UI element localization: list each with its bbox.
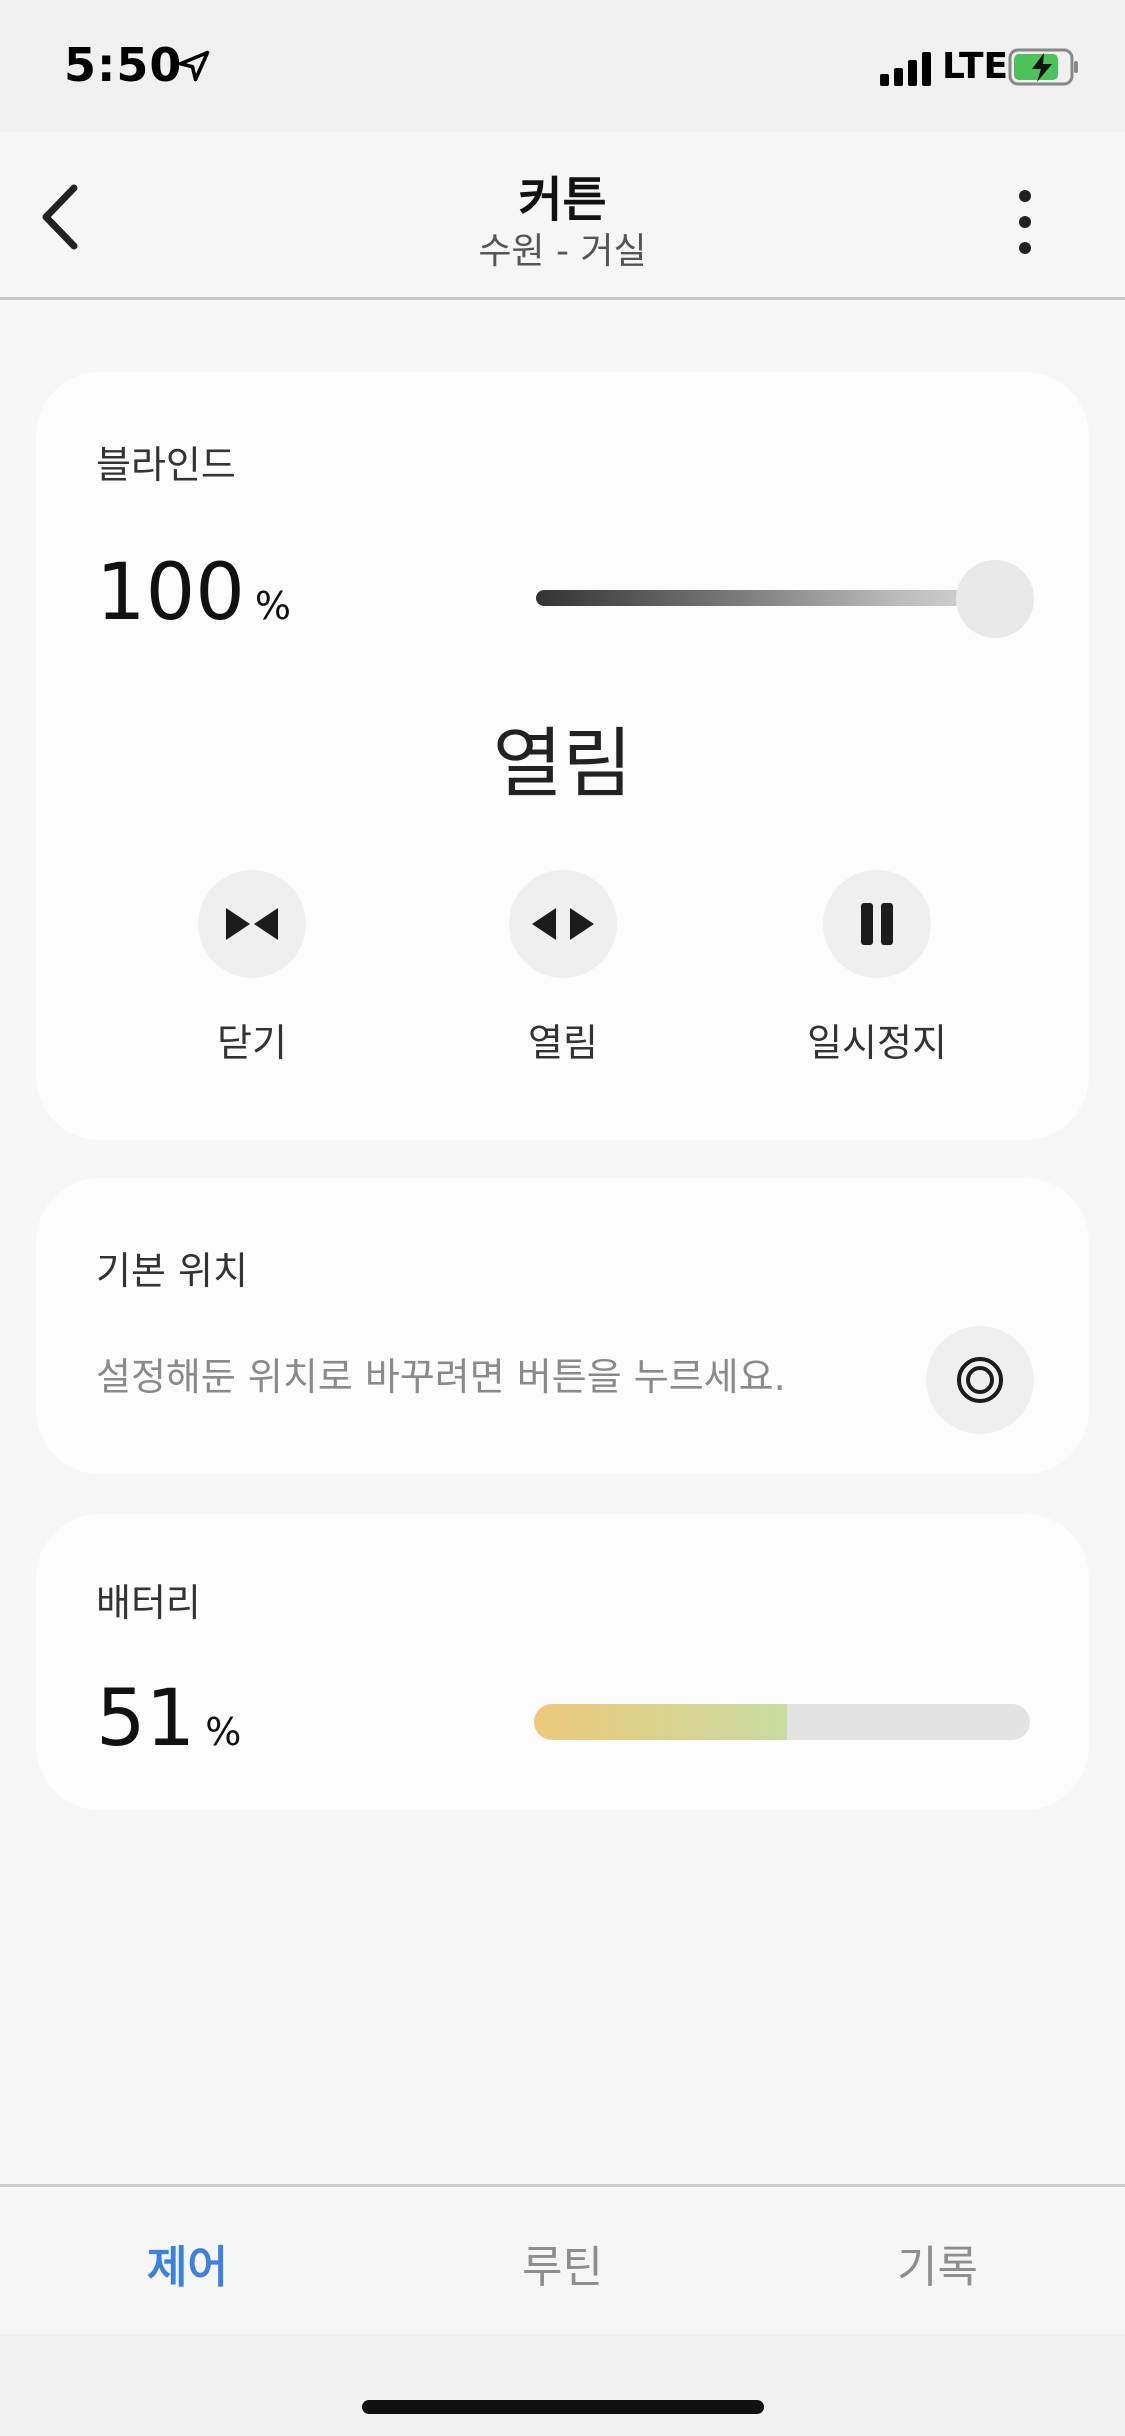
battery-level-fill xyxy=(534,1704,787,1740)
tab-history[interactable]: 기록 xyxy=(750,2231,1125,2295)
status-bar: 5:50 LTE xyxy=(0,0,1125,132)
blind-position-slider[interactable] xyxy=(536,590,1016,606)
cellular-signal-icon xyxy=(880,52,931,86)
network-type: LTE xyxy=(942,46,1009,87)
blind-label: 블라인드 xyxy=(96,443,236,487)
open-curtain-icon xyxy=(532,908,594,940)
close-button-label: 닫기 xyxy=(217,1021,287,1065)
app-header: 커튼 수원 - 거실 xyxy=(0,132,1125,300)
open-button-label: 열림 xyxy=(528,1021,598,1065)
blind-card: 블라인드 100% 열림 닫기 열림 일시정지 xyxy=(36,372,1089,1140)
home-indicator[interactable] xyxy=(362,2400,764,2414)
battery-charging-icon xyxy=(1008,48,1078,86)
close-curtain-icon xyxy=(226,908,278,940)
battery-card: 배터리 51% xyxy=(36,1514,1089,1810)
pause-button[interactable] xyxy=(823,870,931,978)
tab-routine[interactable]: 루틴 xyxy=(375,2231,750,2295)
page-subtitle: 수원 - 거실 xyxy=(478,231,647,272)
tab-control[interactable]: 제어 xyxy=(0,2231,375,2295)
target-icon xyxy=(957,1357,1003,1403)
blind-percent-value: 100 xyxy=(96,548,245,638)
open-button[interactable] xyxy=(509,870,617,978)
blind-state: 열림 xyxy=(492,719,633,808)
blind-percent-unit: % xyxy=(254,584,291,628)
battery-label: 배터리 xyxy=(96,1581,201,1625)
battery-percent: 51% xyxy=(96,1674,241,1764)
status-time: 5:50 xyxy=(64,38,183,92)
preset-label: 기본 위치 xyxy=(96,1249,248,1293)
bottom-tab-bar: 제어 루틴 기록 xyxy=(0,2184,1125,2337)
pause-icon xyxy=(861,903,893,945)
battery-percent-value: 51 xyxy=(96,1674,196,1764)
preset-description: 설정해둔 위치로 바꾸려면 버튼을 누르세요. xyxy=(96,1355,786,1399)
pause-button-label: 일시정지 xyxy=(807,1021,947,1065)
home-indicator-area xyxy=(0,2334,1125,2436)
page-title: 커튼 xyxy=(518,172,607,228)
location-arrow-icon xyxy=(178,50,210,82)
preset-position-button[interactable] xyxy=(926,1326,1034,1434)
close-button[interactable] xyxy=(198,870,306,978)
battery-percent-unit: % xyxy=(205,1710,242,1754)
preset-position-card: 기본 위치 설정해둔 위치로 바꾸려면 버튼을 누르세요. xyxy=(36,1178,1089,1474)
battery-level-bar xyxy=(534,1704,1030,1740)
blind-percent: 100% xyxy=(96,548,291,638)
slider-thumb[interactable] xyxy=(956,560,1034,638)
more-options-icon[interactable] xyxy=(1000,182,1050,262)
